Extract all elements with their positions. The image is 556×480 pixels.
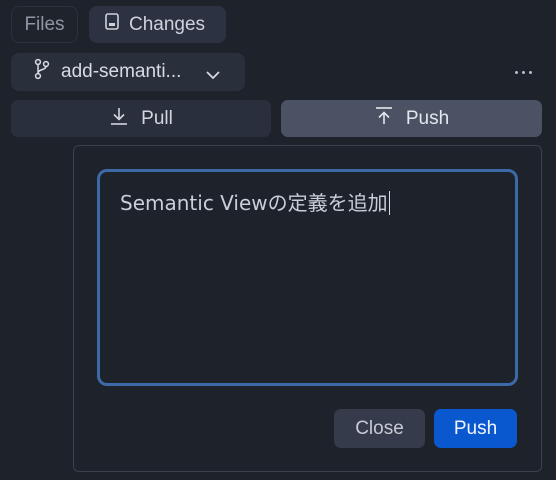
tab-changes[interactable]: Changes	[89, 6, 226, 43]
commit-message-text: Semantic Viewの定義を追加	[120, 191, 388, 215]
commit-message-input[interactable]: Semantic Viewの定義を追加	[97, 169, 518, 386]
tab-files-label: Files	[24, 13, 65, 35]
upload-icon	[374, 106, 394, 132]
more-horizontal-icon[interactable]	[511, 64, 535, 80]
tab-files[interactable]: Files	[11, 6, 78, 43]
pull-label: Pull	[141, 107, 173, 129]
download-icon	[109, 106, 129, 132]
tab-changes-label: Changes	[129, 13, 206, 35]
document-icon	[105, 13, 119, 36]
text-cursor	[388, 191, 390, 215]
close-button[interactable]: Close	[334, 409, 425, 448]
commit-push-popover: Semantic Viewの定義を追加 Close Push	[73, 145, 542, 472]
confirm-push-button[interactable]: Push	[434, 409, 517, 448]
push-label: Push	[405, 107, 450, 129]
chevron-down-icon	[205, 65, 221, 87]
close-label: Close	[355, 417, 404, 439]
git-panel: Files Changes add-semanti... Pull Push S…	[0, 0, 556, 480]
push-button[interactable]: Push	[281, 100, 542, 137]
branch-selector[interactable]: add-semanti...	[11, 53, 245, 91]
pull-button[interactable]: Pull	[11, 100, 271, 137]
git-branch-icon	[33, 58, 51, 86]
confirm-push-label: Push	[453, 417, 498, 439]
branch-name: add-semanti...	[61, 61, 182, 82]
